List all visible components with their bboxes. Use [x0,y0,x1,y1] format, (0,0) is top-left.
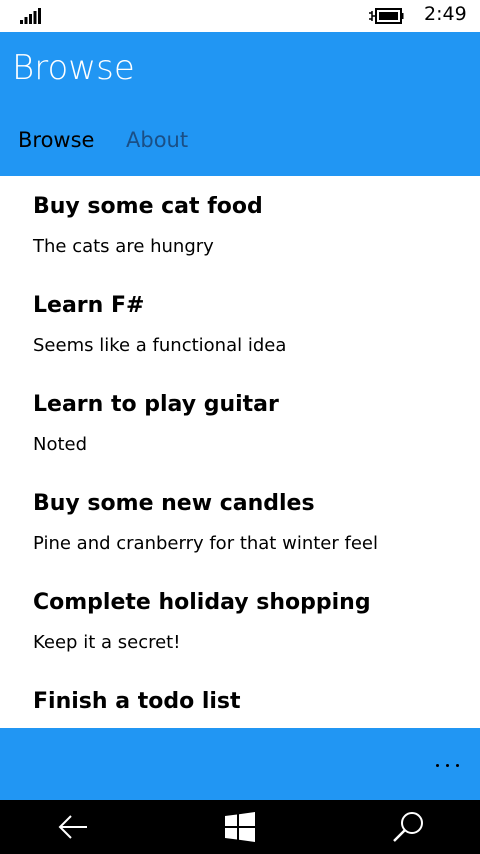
item-title: Finish a todo list [33,689,241,714]
list-item[interactable]: Learn F# Seems like a functional idea [0,275,480,374]
item-description: Pine and cranberry for that winter feel [33,533,378,554]
navigation-bar [0,800,480,854]
tab-browse[interactable]: Browse [18,128,94,152]
status-bar: 2:49 [0,0,480,32]
ellipsis-icon[interactable] [434,756,462,772]
item-title: Buy some new candles [33,491,315,516]
list-item[interactable]: Complete holiday shopping Keep it a secr… [0,572,480,671]
windows-logo-icon[interactable] [223,810,257,844]
back-arrow-icon[interactable] [56,810,90,844]
item-description: Seems like a functional idea [33,335,287,356]
list-item[interactable]: Finish a todo list [0,671,480,728]
todo-list[interactable]: Buy some cat food The cats are hungry Le… [0,176,480,728]
list-item[interactable]: Learn to play guitar Noted [0,374,480,473]
page-title: Browse [12,48,135,88]
app-screen: 2:49 Browse Browse About Buy some cat fo… [0,0,480,854]
item-title: Complete holiday shopping [33,590,371,615]
item-description: Keep it a secret! [33,632,181,653]
search-icon[interactable] [391,810,425,844]
battery-charging-icon [369,8,404,24]
item-description: The cats are hungry [33,236,214,257]
signal-bars-icon [20,8,41,24]
list-item[interactable]: Buy some cat food The cats are hungry [0,176,480,275]
item-title: Buy some cat food [33,194,263,219]
tab-about[interactable]: About [126,128,188,152]
header: Browse Browse About [0,32,480,176]
list-item[interactable]: Buy some new candles Pine and cranberry … [0,473,480,572]
status-time: 2:49 [424,3,467,25]
item-description: Noted [33,434,88,455]
item-title: Learn F# [33,293,145,318]
item-title: Learn to play guitar [33,392,279,417]
app-bar [0,728,480,800]
